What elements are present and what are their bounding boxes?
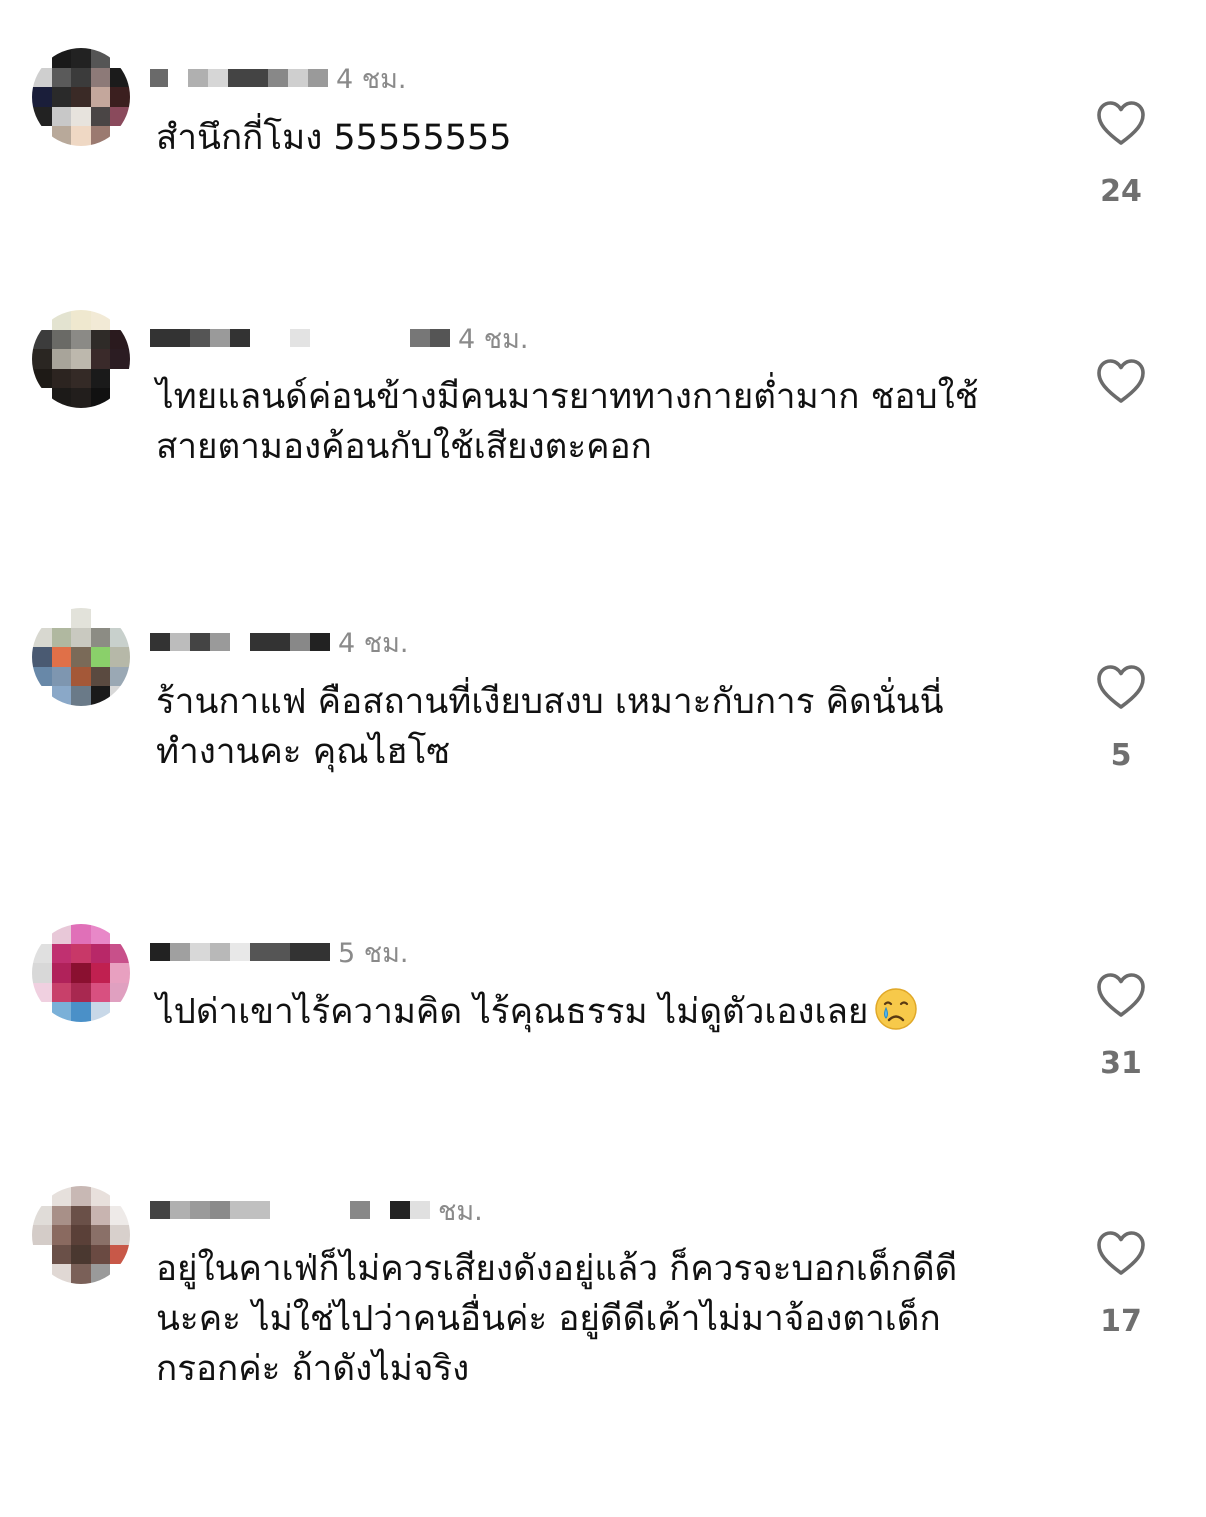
- comment-meta: 4 ชม.: [150, 58, 650, 98]
- comment-time: ชม.: [438, 1195, 483, 1227]
- username-blurred[interactable]: [150, 1199, 430, 1221]
- like-control[interactable]: 5: [1081, 664, 1161, 774]
- comment-meta: 4 ชม.: [150, 622, 650, 662]
- heart-outline-icon[interactable]: [1096, 358, 1146, 404]
- like-control[interactable]: 17: [1081, 1230, 1161, 1340]
- username-blurred[interactable]: [150, 67, 328, 89]
- username-blurred[interactable]: [150, 327, 450, 349]
- avatar[interactable]: [32, 924, 130, 1022]
- comment-time: 4 ชม.: [458, 323, 529, 355]
- comment-text-content: ไปด่าเขาไร้ความคิด ไร้คุณธรรม ไม่ดูตัวเอ…: [156, 992, 869, 1032]
- comment-text: ร้านกาแฟ คือสถานที่เงียบสงบ เหมาะกับการ …: [156, 682, 944, 772]
- comment-text: ไปด่าเขาไร้ความคิด ไร้คุณธรรม ไม่ดูตัวเอ…: [156, 987, 1056, 1037]
- comment-time: 5 ชม.: [338, 937, 409, 969]
- avatar[interactable]: [32, 608, 130, 706]
- username-blurred[interactable]: [150, 631, 330, 653]
- avatar[interactable]: [32, 48, 130, 146]
- heart-outline-icon[interactable]: [1096, 664, 1146, 710]
- heart-outline-icon[interactable]: [1096, 1230, 1146, 1276]
- avatar[interactable]: [32, 1186, 130, 1284]
- like-count: 24: [1100, 174, 1142, 209]
- like-control[interactable]: 31: [1081, 972, 1161, 1082]
- comment-text: อยู่ในคาเฟ่ก็ไม่ควรเสียงดังอยู่แล้ว ก็คว…: [156, 1249, 958, 1389]
- comment-meta: 4 ชม.: [150, 318, 650, 358]
- like-count: 31: [1100, 1046, 1142, 1081]
- like-control[interactable]: 24: [1081, 100, 1161, 210]
- like-count: 5: [1110, 738, 1132, 773]
- username-blurred[interactable]: [150, 941, 330, 963]
- heart-outline-icon[interactable]: [1096, 972, 1146, 1018]
- comment-time: 4 ชม.: [336, 63, 407, 95]
- like-control[interactable]: [1081, 358, 1161, 468]
- heart-outline-icon[interactable]: [1096, 100, 1146, 146]
- like-count: 17: [1100, 1304, 1142, 1339]
- crying-face-emoji-icon: [875, 988, 918, 1030]
- comment-text: สำนึกกี่โมง 55555555: [156, 118, 512, 158]
- comment-meta: ชม.: [150, 1190, 650, 1230]
- avatar[interactable]: [32, 310, 130, 408]
- comment-meta: 5 ชม.: [150, 932, 650, 972]
- comment-text: ไทยแลนด์ค่อนข้างมีคนมารยาททางกายต่ำมาก ช…: [156, 377, 979, 467]
- comment-time: 4 ชม.: [338, 627, 409, 659]
- like-count: [1081, 432, 1161, 468]
